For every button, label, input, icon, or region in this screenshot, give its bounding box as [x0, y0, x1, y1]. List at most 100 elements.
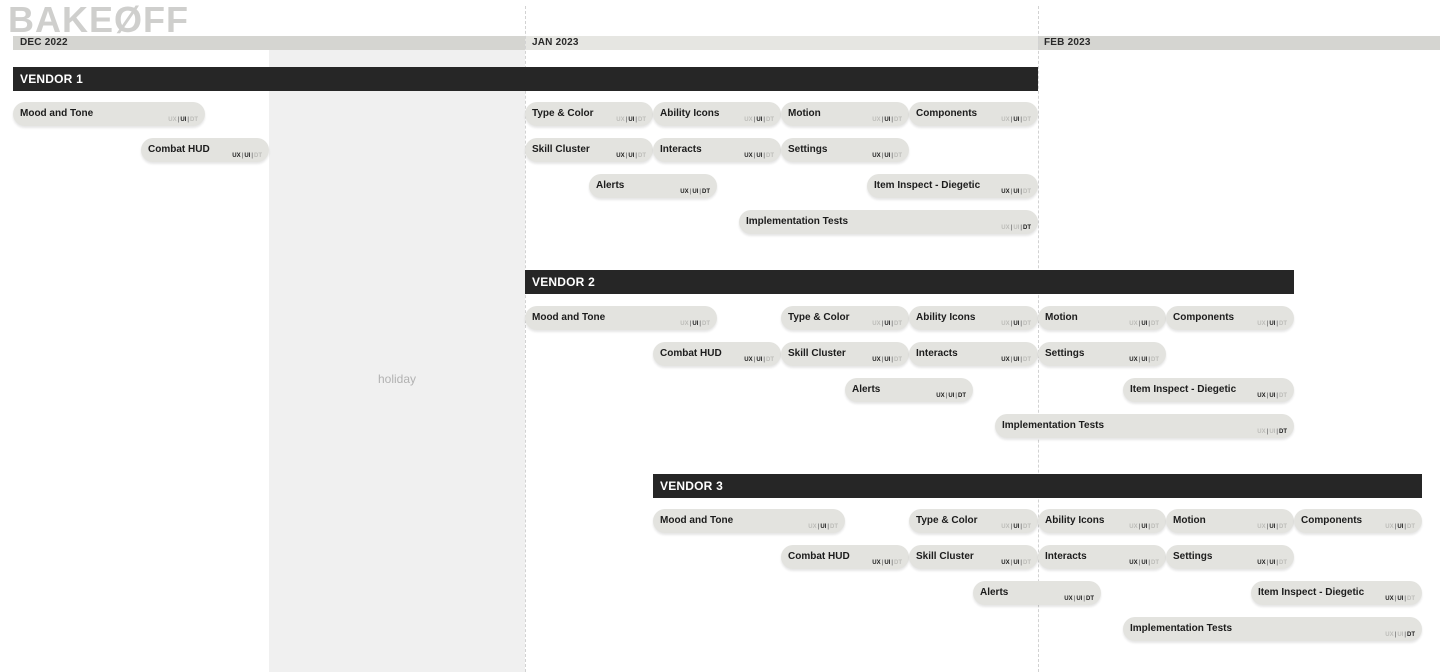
tag-ui: UI — [756, 357, 763, 363]
task-label: Implementation Tests — [746, 216, 849, 227]
task-pill[interactable]: Motion UX|UI|DT — [781, 102, 909, 126]
holiday-label: holiday — [377, 372, 417, 386]
task-pill[interactable]: Skill Cluster UX|UI|DT — [909, 545, 1038, 569]
task-pill[interactable]: Interacts UX|UI|DT — [653, 138, 781, 162]
tag-ui: UI — [628, 153, 635, 159]
discipline-tags: UX|UI|DT — [1129, 524, 1159, 531]
task-pill[interactable]: Interacts UX|UI|DT — [909, 342, 1038, 366]
tag-dt: DT — [1151, 524, 1159, 530]
task-pill[interactable]: Motion UX|UI|DT — [1166, 509, 1294, 533]
task-label: Combat HUD — [148, 144, 210, 155]
task-pill[interactable]: Components UX|UI|DT — [909, 102, 1038, 126]
tag-ux: UX — [1257, 429, 1266, 435]
task-pill[interactable]: Alerts UX|UI|DT — [973, 581, 1101, 605]
tag-ui: UI — [1013, 560, 1020, 566]
task-pill[interactable]: Settings UX|UI|DT — [1038, 342, 1166, 366]
task-pill[interactable]: Mood and Tone UX|UI|DT — [653, 509, 845, 533]
task-pill[interactable]: Ability Icons UX|UI|DT — [1038, 509, 1166, 533]
task-pill[interactable]: Item Inspect - Diegetic UX|UI|DT — [1123, 378, 1294, 402]
task-pill[interactable]: Combat HUD UX|UI|DT — [781, 545, 909, 569]
discipline-tags: UX|UI|DT — [1129, 560, 1159, 567]
tag-dt: DT — [766, 153, 774, 159]
month-label-jan: JAN 2023 — [532, 37, 579, 48]
discipline-tags: UX|UI|DT — [680, 321, 710, 328]
task-label: Mood and Tone — [532, 312, 606, 323]
task-pill[interactable]: Type & Color UX|UI|DT — [781, 306, 909, 330]
tag-separator: | — [1148, 524, 1150, 530]
timeline-bar-feb — [1038, 36, 1440, 50]
tag-ux: UX — [872, 321, 881, 327]
task-pill[interactable]: Skill Cluster UX|UI|DT — [525, 138, 653, 162]
tag-dt: DT — [1279, 321, 1287, 327]
discipline-tags: UX|UI|DT — [1385, 632, 1415, 639]
task-pill[interactable]: Type & Color UX|UI|DT — [909, 509, 1038, 533]
tag-separator: | — [955, 393, 957, 399]
tag-separator: | — [1148, 560, 1150, 566]
tag-ui: UI — [1269, 393, 1276, 399]
tag-dt: DT — [1407, 524, 1415, 530]
tag-separator: | — [1083, 596, 1085, 602]
discipline-tags: UX|UI|DT — [232, 153, 262, 160]
tag-ux: UX — [1257, 524, 1266, 530]
discipline-tags: UX|UI|DT — [1385, 524, 1415, 531]
task-pill[interactable]: Combat HUD UX|UI|DT — [653, 342, 781, 366]
task-pill[interactable]: Settings UX|UI|DT — [1166, 545, 1294, 569]
tag-separator: | — [827, 524, 829, 530]
tag-ui: UI — [948, 393, 955, 399]
tag-ui: UI — [1013, 117, 1020, 123]
tag-dt: DT — [638, 153, 646, 159]
task-label: Item Inspect - Diegetic — [1130, 384, 1237, 395]
tag-ux: UX — [808, 524, 817, 530]
task-pill[interactable]: Settings UX|UI|DT — [781, 138, 909, 162]
task-pill[interactable]: Components UX|UI|DT — [1294, 509, 1422, 533]
task-pill[interactable]: Alerts UX|UI|DT — [589, 174, 717, 198]
tag-ux: UX — [744, 117, 753, 123]
tag-ux: UX — [680, 189, 689, 195]
task-label: Ability Icons — [660, 108, 720, 119]
discipline-tags: UX|UI|DT — [1001, 189, 1031, 196]
tag-ui: UI — [1397, 524, 1404, 530]
tag-ui: UI — [1397, 596, 1404, 602]
task-label: Settings — [788, 144, 828, 155]
task-pill[interactable]: Components UX|UI|DT — [1166, 306, 1294, 330]
vendor-2-header: VENDOR 2 — [525, 270, 1294, 294]
tag-ui: UI — [692, 189, 699, 195]
task-label: Combat HUD — [660, 348, 722, 359]
tag-separator: | — [1276, 560, 1278, 566]
discipline-tags: UX|UI|DT — [1001, 524, 1031, 531]
tag-ux: UX — [872, 117, 881, 123]
task-pill[interactable]: Implementation Tests UX|UI|DT — [995, 414, 1294, 438]
task-pill[interactable]: Skill Cluster UX|UI|DT — [781, 342, 909, 366]
task-pill[interactable]: Implementation Tests UX|UI|DT — [739, 210, 1038, 234]
discipline-tags: UX|UI|DT — [872, 117, 902, 124]
task-pill[interactable]: Type & Color UX|UI|DT — [525, 102, 653, 126]
task-pill[interactable]: Mood and Tone UX|UI|DT — [525, 306, 717, 330]
task-pill[interactable]: Implementation Tests UX|UI|DT — [1123, 617, 1422, 641]
task-pill[interactable]: Item Inspect - Diegetic UX|UI|DT — [867, 174, 1038, 198]
tag-ui: UI — [1397, 632, 1404, 638]
task-pill[interactable]: Alerts UX|UI|DT — [845, 378, 973, 402]
tag-dt: DT — [702, 189, 710, 195]
discipline-tags: UX|UI|DT — [680, 189, 710, 196]
discipline-tags: UX|UI|DT — [616, 153, 646, 160]
task-pill[interactable]: Ability Icons UX|UI|DT — [653, 102, 781, 126]
task-pill[interactable]: Interacts UX|UI|DT — [1038, 545, 1166, 569]
tag-separator: | — [891, 560, 893, 566]
task-pill[interactable]: Ability Icons UX|UI|DT — [909, 306, 1038, 330]
tag-separator: | — [1276, 524, 1278, 530]
tag-ux: UX — [1001, 225, 1010, 231]
task-pill[interactable]: Combat HUD UX|UI|DT — [141, 138, 269, 162]
tag-separator: | — [699, 321, 701, 327]
tag-dt: DT — [894, 117, 902, 123]
task-pill[interactable]: Motion UX|UI|DT — [1038, 306, 1166, 330]
tag-ui: UI — [1013, 524, 1020, 530]
task-pill[interactable]: Item Inspect - Diegetic UX|UI|DT — [1251, 581, 1422, 605]
discipline-tags: UX|UI|DT — [936, 393, 966, 400]
discipline-tags: UX|UI|DT — [872, 560, 902, 567]
task-pill[interactable]: Mood and Tone UX|UI|DT — [13, 102, 205, 126]
month-label-feb: FEB 2023 — [1044, 37, 1091, 48]
discipline-tags: UX|UI|DT — [744, 357, 774, 364]
tag-dt: DT — [1023, 321, 1031, 327]
tag-dt: DT — [958, 393, 966, 399]
tag-ux: UX — [1001, 189, 1010, 195]
